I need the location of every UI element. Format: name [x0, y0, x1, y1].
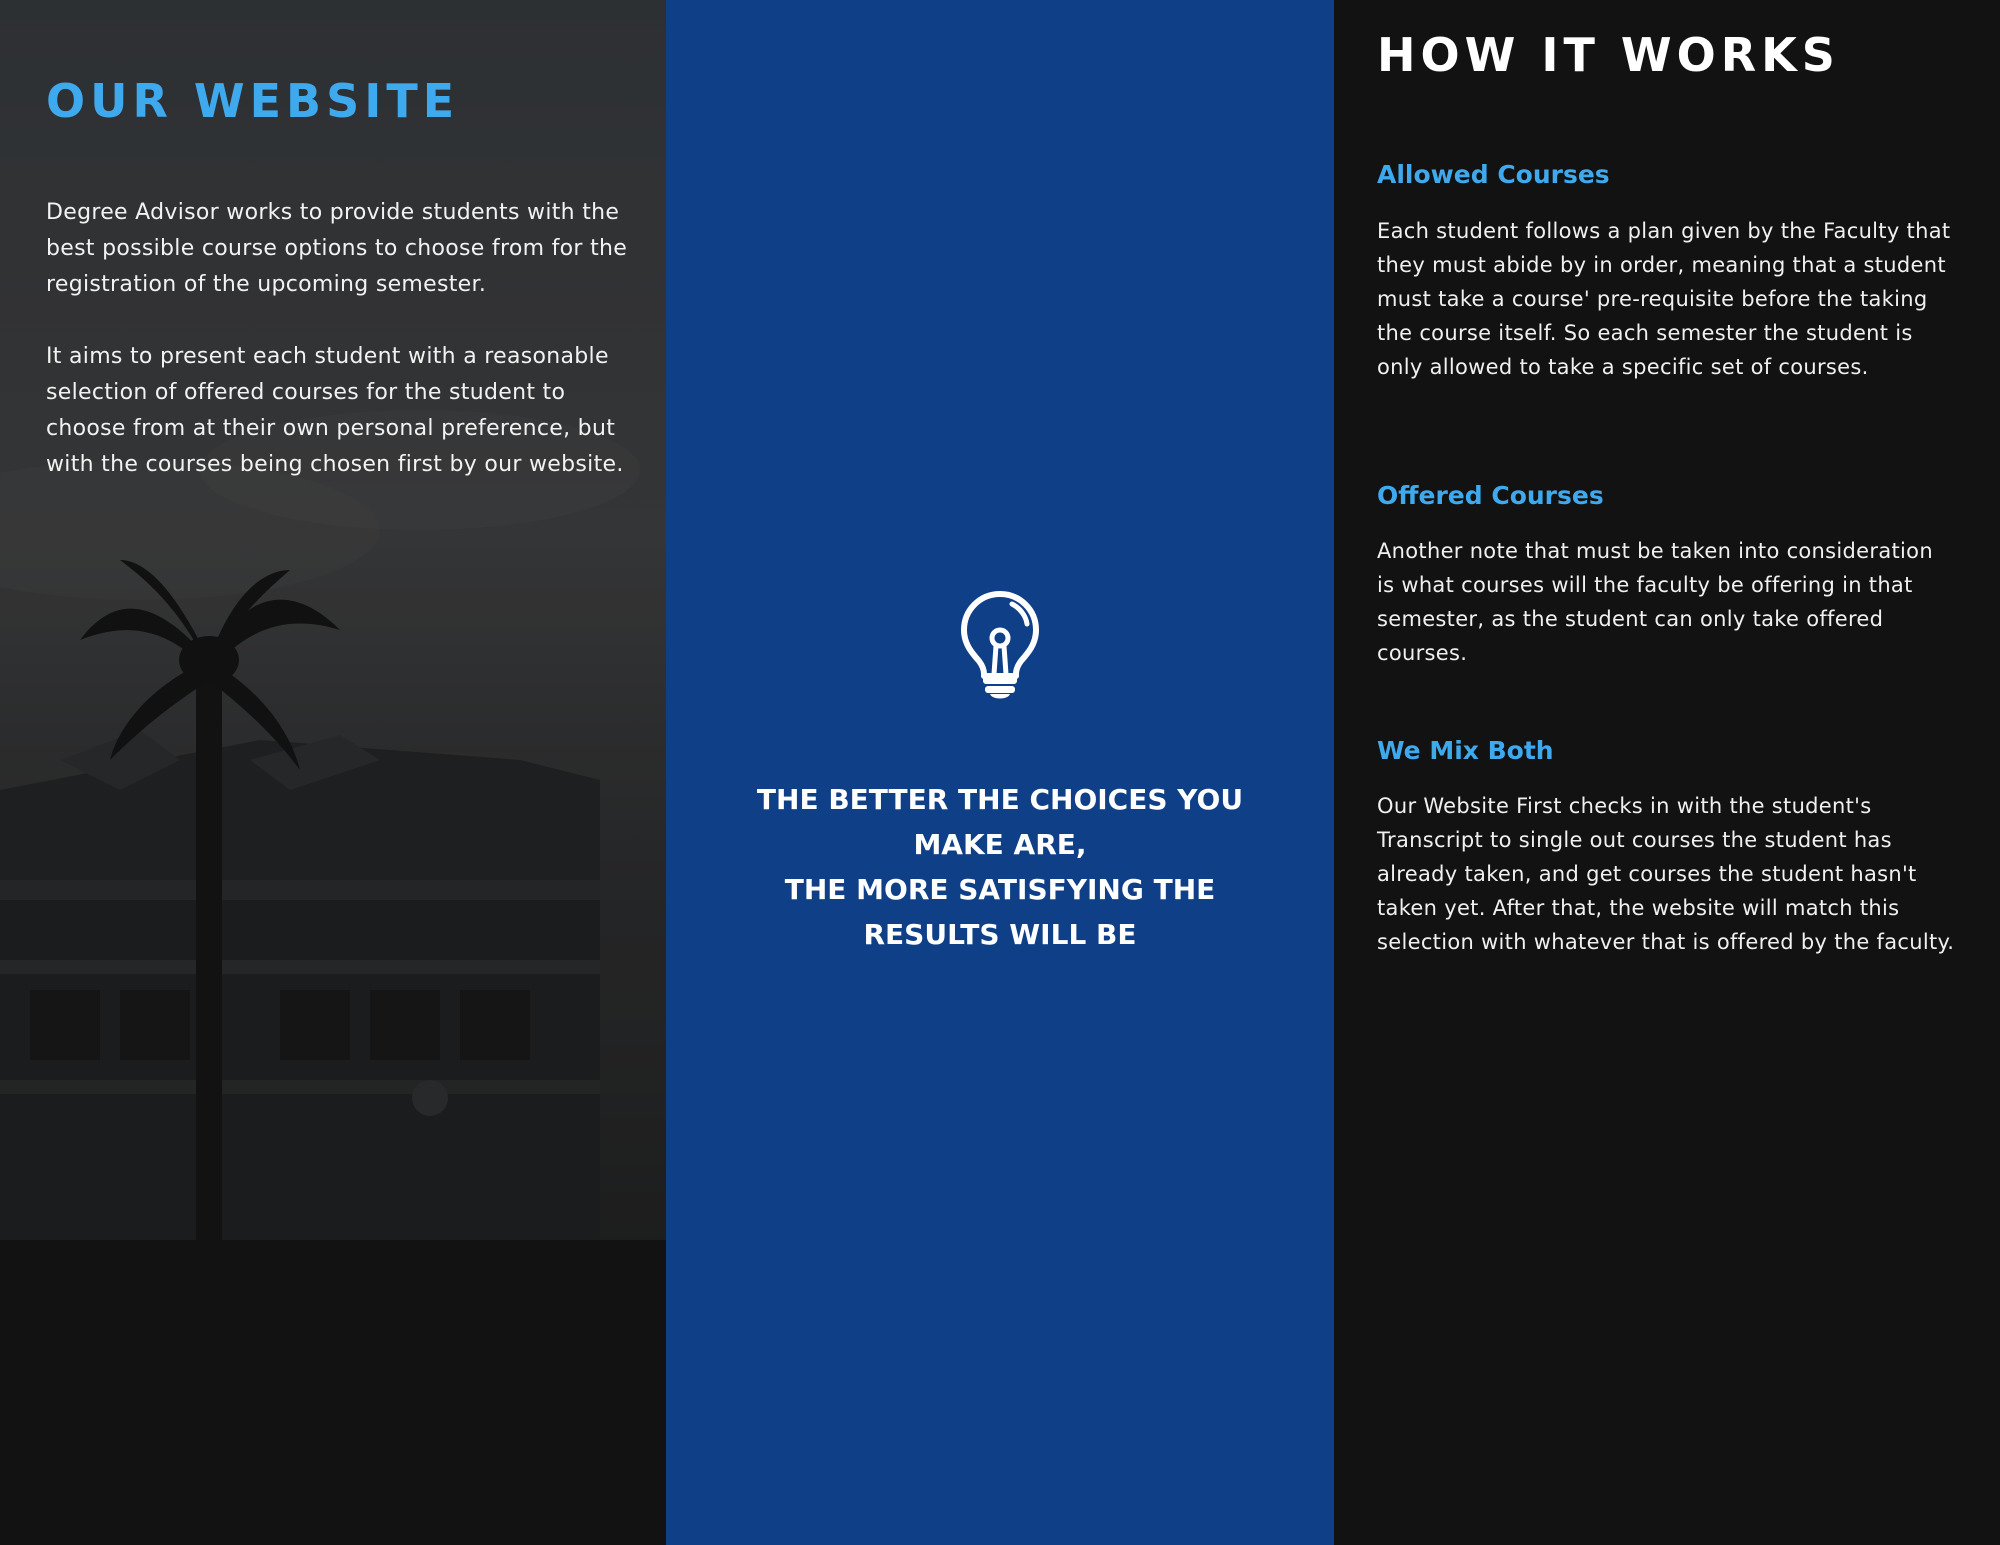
how-it-works-panel: HOW IT WORKS Allowed Courses Each studen… — [1334, 0, 2000, 1545]
allowed-courses-text: Each student follows a plan given by the… — [1377, 219, 1951, 379]
allowed-courses-heading: Allowed Courses — [1377, 160, 1610, 189]
aim-paragraph: It aims to present each student with a r… — [46, 344, 624, 477]
offered-courses-text: Another note that must be taken into con… — [1377, 539, 1933, 665]
we-mix-both-heading: We Mix Both — [1377, 736, 1554, 765]
offered-courses-heading: Offered Courses — [1377, 481, 1604, 510]
intro-paragraph: Degree Advisor works to provide students… — [46, 200, 628, 297]
our-website-panel: OUR WEBSITE Degree Advisor works to prov… — [0, 0, 666, 1545]
we-mix-both-text: Our Website First checks in with the stu… — [1377, 794, 1955, 954]
quote-panel: THE BETTER THE CHOICES YOU MAKE ARE, THE… — [666, 0, 1334, 1545]
our-website-title: OUR WEBSITE — [46, 74, 460, 128]
brochure-page: OUR WEBSITE Degree Advisor works to prov… — [0, 0, 2000, 1545]
how-it-works-title: HOW IT WORKS — [1377, 28, 1840, 82]
quote-line-1: THE BETTER THE CHOICES YOU MAKE ARE, — [756, 783, 1244, 861]
lightbulb-icon — [961, 591, 1039, 699]
quote-text: THE BETTER THE CHOICES YOU MAKE ARE, THE… — [726, 777, 1274, 957]
quote-line-2: THE MORE SATISFYING THE RESULTS WILL BE — [784, 873, 1216, 951]
